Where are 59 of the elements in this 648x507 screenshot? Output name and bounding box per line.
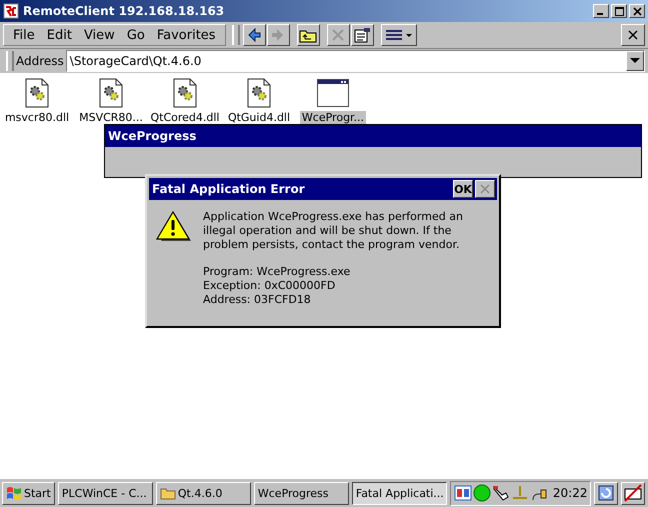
delete-icon[interactable] — [326, 24, 350, 46]
forward-button[interactable] — [266, 24, 290, 46]
status-dot-icon[interactable] — [472, 484, 491, 502]
network-icon[interactable] — [454, 484, 472, 502]
view-menu-button[interactable] — [380, 24, 417, 46]
file-name[interactable]: msvcr80.dll — [2, 111, 72, 124]
menu-item[interactable]: Go — [120, 28, 151, 42]
file-name[interactable]: QtCored4.dll — [148, 111, 222, 124]
file-name[interactable]: WceProgr... — [300, 111, 366, 124]
file-name[interactable]: MSVCR80... — [77, 111, 145, 124]
windows-flag-icon — [6, 485, 22, 501]
address-label: Address — [16, 54, 64, 68]
caret-icon — [630, 58, 640, 64]
close-button[interactable] — [621, 24, 645, 46]
window-title: RemoteClient 192.168.18.163 — [23, 4, 226, 18]
file-gears-icon[interactable] — [25, 78, 49, 108]
window-title: WceProgress — [105, 125, 641, 147]
taskbar-button[interactable]: WceProgress — [254, 482, 349, 504]
error-detail: Program: WceProgress.exe — [203, 265, 352, 279]
address-field[interactable]: \StorageCard\Qt.4.6.0 — [66, 50, 645, 72]
app-logo-icon — [3, 3, 19, 19]
menu-item[interactable]: View — [78, 28, 121, 42]
back-button[interactable] — [242, 24, 266, 46]
file-gears-icon[interactable] — [173, 78, 197, 108]
dropdown-button[interactable] — [626, 51, 644, 71]
taskbar-button[interactable]: PLCWinCE - C... — [58, 482, 153, 504]
warning-icon — [155, 210, 191, 242]
toolbar-grip[interactable] — [6, 51, 14, 71]
forward-arrow-icon — [271, 28, 286, 42]
close-button[interactable] — [475, 180, 495, 198]
error-detail: Exception: 0xC00000FD — [203, 279, 336, 293]
error-message: Application WceProgress.exe has performed an illegal operation and will be shut down. If the problem persists, contact the program vendor. — [203, 210, 464, 252]
taskbar-button[interactable]: Fatal Applicati... — [352, 482, 447, 504]
back-arrow-icon — [247, 28, 262, 42]
file-gears-icon[interactable] — [247, 78, 271, 108]
dialog-title: Fatal Application Error — [152, 182, 306, 196]
maximize-button[interactable] — [611, 4, 627, 18]
close-button[interactable] — [629, 4, 645, 18]
file-name[interactable]: QtGuid4.dll — [226, 111, 292, 124]
taskbar-button[interactable]: Qt.4.6.0 — [156, 482, 251, 504]
file-gears-icon[interactable] — [99, 78, 123, 108]
clock: 20:22 — [552, 486, 588, 500]
close-icon — [628, 30, 638, 40]
close-icon — [480, 184, 490, 194]
toolbar-grip[interactable] — [232, 25, 240, 45]
maximize-icon — [614, 6, 624, 16]
properties-icon[interactable] — [350, 24, 374, 46]
list-view-icon — [384, 28, 413, 42]
window-icon[interactable] — [317, 78, 349, 108]
menu-item[interactable]: File — [7, 28, 41, 42]
menu-item[interactable]: Edit — [40, 28, 78, 42]
error-detail: Address: 03FCFD18 — [203, 293, 312, 307]
close-icon — [632, 6, 642, 16]
menu-item[interactable]: Favorites — [150, 28, 222, 42]
folder-up-icon[interactable] — [296, 24, 320, 46]
start-button[interactable]: Start — [2, 482, 55, 504]
minimize-button[interactable] — [593, 4, 609, 18]
ok-button[interactable]: OK — [453, 180, 473, 198]
keyboard-off-icon[interactable] — [621, 482, 646, 504]
